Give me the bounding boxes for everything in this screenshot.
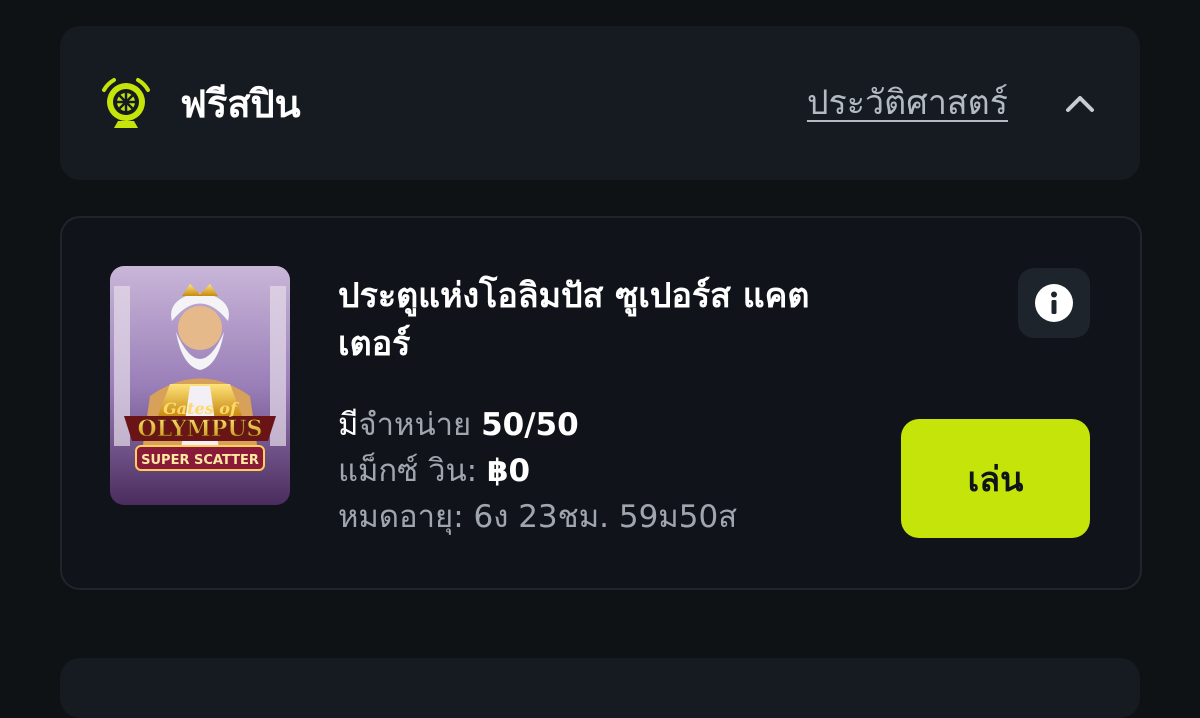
- available-label: จำหน่าย: [358, 407, 472, 443]
- max-win-label: แม็กซ์ วิน:: [338, 453, 478, 489]
- chevron-up-icon[interactable]: [1060, 84, 1100, 124]
- max-win-value: ฿0: [486, 453, 531, 489]
- expiry-value: 6ง 23ชม. 59ม50ส: [473, 499, 738, 535]
- game-artwork: Gates of OLYMPUS SUPER SCATTER: [110, 266, 290, 505]
- info-icon: [1035, 284, 1073, 322]
- expiry-row: หมดอายุ: 6ง 23ชม. 59ม50ส: [338, 496, 737, 538]
- history-link[interactable]: ประวัติศาสตร์: [807, 80, 1008, 126]
- next-offer-card: [60, 658, 1140, 718]
- game-title: ประตูแห่งโอลิมปัส ซูเปอร์ส แคตเตอร์: [338, 276, 810, 364]
- max-win-row: แม็กซ์ วิน: ฿0: [338, 450, 530, 492]
- logo-line2: OLYMPUS: [138, 416, 263, 442]
- play-button[interactable]: เล่น: [901, 419, 1090, 538]
- info-button[interactable]: [1018, 268, 1090, 338]
- available-row: มีจำหน่าย 50/50: [338, 404, 579, 446]
- available-label-strong: มี: [338, 407, 359, 443]
- wheel-icon: [102, 78, 150, 128]
- game-thumbnail[interactable]: Gates of OLYMPUS SUPER SCATTER: [110, 266, 290, 505]
- logo-line3: SUPER SCATTER: [141, 453, 259, 468]
- available-value: 50/50: [481, 407, 579, 443]
- expiry-label: หมดอายุ:: [338, 499, 464, 535]
- section-title: ฟรีสปิน: [180, 82, 301, 126]
